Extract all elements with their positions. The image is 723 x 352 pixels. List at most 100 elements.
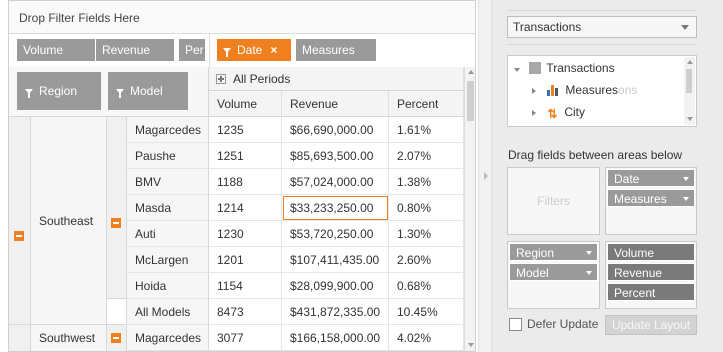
chevron-down-icon xyxy=(683,197,689,201)
model-collapse-cell xyxy=(107,325,127,351)
tree-item-city[interactable]: ⇅ City xyxy=(532,102,585,122)
pivot-grid: Drop Filter Fields Here Volume Revenue P… xyxy=(8,0,476,352)
row-chip-region[interactable]: Region xyxy=(17,72,101,110)
all-periods-header: All Periods xyxy=(209,67,464,91)
rows-area[interactable]: Region Model xyxy=(507,241,600,309)
selected-cell[interactable]: $33,233,250.00 xyxy=(282,195,389,221)
filter-icon xyxy=(25,89,33,98)
value-cell-revenue[interactable]: $66,690,000.00 xyxy=(282,117,389,143)
tree-item-measures[interactable]: Measuresons xyxy=(532,80,637,100)
header-revenue[interactable]: Revenue xyxy=(282,91,389,117)
values-field-revenue[interactable]: Revenue xyxy=(607,263,695,281)
model-header-cell: Paushe xyxy=(127,143,209,169)
chevron-right-icon[interactable] xyxy=(532,110,536,116)
value-cell-volume[interactable]: 1235 xyxy=(209,117,282,143)
chevron-right-icon[interactable] xyxy=(532,88,536,94)
values-field-volume[interactable]: Volume xyxy=(607,243,695,261)
row-collapse-cell xyxy=(9,325,31,351)
filters-area-label: Filters xyxy=(537,194,570,208)
chevron-down-icon xyxy=(681,25,689,30)
filter-icon xyxy=(223,48,231,57)
value-cell-revenue[interactable]: $166,158,000.00 xyxy=(282,325,389,351)
value-cell-percent[interactable]: 1.61% xyxy=(389,117,464,143)
drag-hint: Drag fields between areas below xyxy=(508,148,683,162)
chevron-down-icon xyxy=(683,177,689,181)
pivot-grid-app: Drop Filter Fields Here Volume Revenue P… xyxy=(0,0,723,352)
filter-icon xyxy=(116,89,124,98)
bar-chart-icon xyxy=(547,84,561,96)
field-chip-revenue[interactable]: Revenue xyxy=(96,39,174,61)
columns-field-date[interactable]: Date xyxy=(607,169,695,187)
value-cell-volume[interactable]: 1230 xyxy=(209,221,282,247)
tree-root-transactions[interactable]: Transactions xyxy=(514,58,615,78)
model-header-cell: Magarcedes xyxy=(127,325,209,351)
model-header-cell: BMV xyxy=(127,169,209,195)
field-chip-volume[interactable]: Volume xyxy=(17,39,95,61)
model-header-cell: Masda xyxy=(127,195,209,221)
hierarchy-icon: ⇅ xyxy=(547,107,558,121)
rows-field-model[interactable]: Model xyxy=(509,263,598,281)
cube-select[interactable]: Transactions xyxy=(507,16,697,38)
field-list-panel: Transactions Transactions Measuresons ⇅ C… xyxy=(492,0,723,352)
value-cell-percent[interactable]: 0.68% xyxy=(389,273,464,299)
collapse-icon[interactable] xyxy=(111,333,121,343)
value-cell-revenue[interactable]: $431,872,335.00 xyxy=(282,299,389,325)
value-cell-volume[interactable]: 1201 xyxy=(209,247,282,273)
rows-field-region[interactable]: Region xyxy=(509,243,598,261)
value-cell-volume[interactable]: 8473 xyxy=(209,299,282,325)
field-tree: Transactions Measuresons ⇅ City xyxy=(507,55,697,127)
values-field-percent[interactable]: Percent xyxy=(607,283,695,301)
chevron-down-icon xyxy=(586,251,592,255)
model-collapse-cell xyxy=(107,117,127,299)
filter-drop-text: Drop Filter Fields Here xyxy=(19,11,140,25)
defer-update-label: Defer Update xyxy=(527,317,599,331)
model-header-cell: Hoida xyxy=(127,273,209,299)
model-header-cell: Magarcedes xyxy=(127,117,209,143)
chevron-down-icon[interactable] xyxy=(514,68,520,72)
filters-area[interactable]: Filters xyxy=(507,167,600,235)
header-percent[interactable]: Percent xyxy=(389,91,464,117)
model-header-cell: Auti xyxy=(127,221,209,247)
values-area[interactable]: Volume Revenue Percent xyxy=(605,241,697,309)
value-cell-volume[interactable]: 3077 xyxy=(209,325,282,351)
value-cell-percent[interactable]: 2.07% xyxy=(389,143,464,169)
header-volume[interactable]: Volume xyxy=(209,91,282,117)
value-cell-revenue[interactable]: $107,411,435.00 xyxy=(282,247,389,273)
value-cell-revenue[interactable]: $85,693,500.00 xyxy=(282,143,389,169)
value-cell-volume[interactable]: 1251 xyxy=(209,143,282,169)
collapse-icon[interactable] xyxy=(14,231,24,241)
field-chip-percent[interactable]: Per xyxy=(179,39,205,61)
collapse-arrow-icon[interactable] xyxy=(484,172,488,180)
row-chip-model[interactable]: Model xyxy=(108,72,188,110)
tree-scrollbar[interactable] xyxy=(684,57,695,125)
model-header-cell: McLargen xyxy=(127,247,209,273)
column-chip-measures[interactable]: Measures xyxy=(296,39,376,61)
value-cell-percent[interactable]: 0.80% xyxy=(389,195,464,221)
column-chip-date[interactable]: Date × xyxy=(217,39,291,61)
row-collapse-cell xyxy=(9,117,31,325)
value-cell-percent[interactable]: 2.60% xyxy=(389,247,464,273)
value-cell-revenue[interactable]: $53,720,250.00 xyxy=(282,221,389,247)
filter-drop-zone[interactable]: Drop Filter Fields Here xyxy=(9,1,475,34)
value-cell-volume[interactable]: 1214 xyxy=(209,195,282,221)
value-cell-percent[interactable]: 1.38% xyxy=(389,169,464,195)
region-southwest: Southwest xyxy=(31,325,107,351)
update-layout-button[interactable]: Update Layout xyxy=(605,315,697,335)
region-southeast: Southeast xyxy=(31,117,107,325)
expand-icon[interactable] xyxy=(216,74,226,84)
collapse-icon[interactable] xyxy=(111,218,121,228)
columns-field-measures[interactable]: Measures xyxy=(607,189,695,207)
value-cell-volume[interactable]: 1154 xyxy=(209,273,282,299)
value-cell-revenue[interactable]: $28,099,900.00 xyxy=(282,273,389,299)
value-cell-percent[interactable]: 10.45% xyxy=(389,299,464,325)
vertical-scrollbar[interactable] xyxy=(464,67,475,351)
value-cell-percent[interactable]: 4.02% xyxy=(389,325,464,351)
defer-update-checkbox[interactable] xyxy=(509,318,522,331)
model-header-cell: All Models xyxy=(127,299,209,325)
value-cell-revenue[interactable]: $57,024,000.00 xyxy=(282,169,389,195)
panel-splitter[interactable] xyxy=(478,0,492,352)
value-cell-volume[interactable]: 1188 xyxy=(209,169,282,195)
columns-area[interactable]: Date Measures xyxy=(605,167,697,235)
value-cell-percent[interactable]: 1.30% xyxy=(389,221,464,247)
remove-icon[interactable]: × xyxy=(270,43,277,57)
